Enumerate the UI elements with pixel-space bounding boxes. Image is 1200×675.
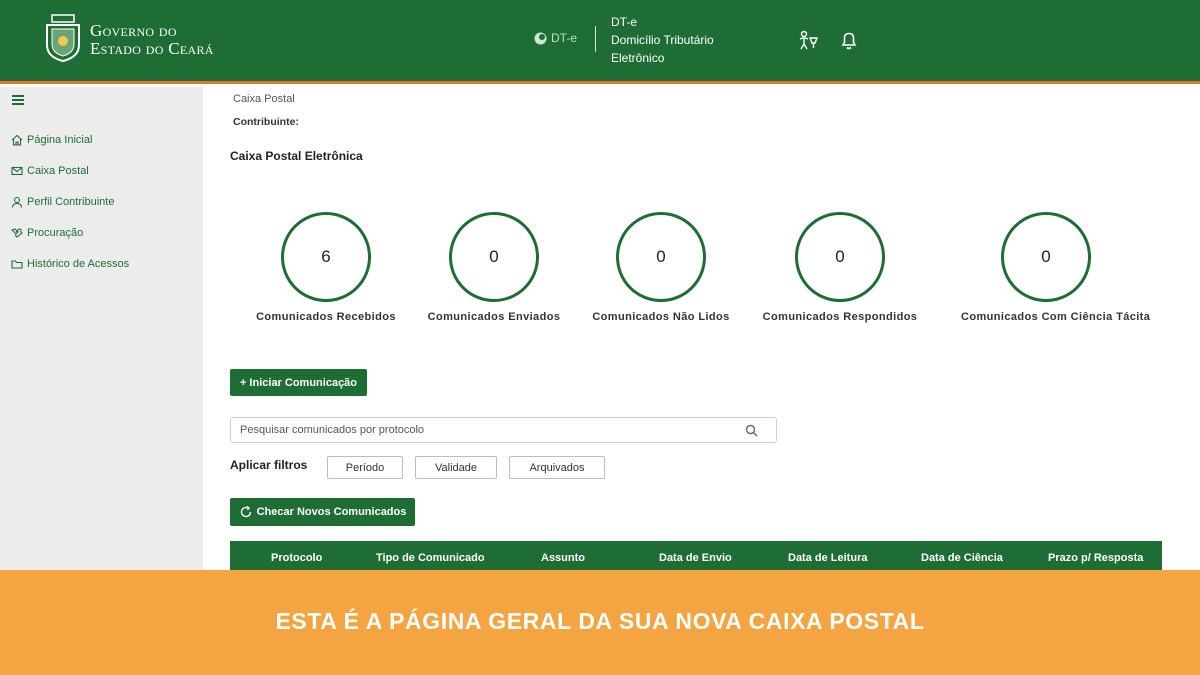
contribuinte-label: Contribuinte:: [233, 116, 299, 128]
stat-circle: 6: [281, 212, 371, 302]
sidebar-item-label: Página Inicial: [27, 134, 93, 146]
caption-banner: ESTA É A PÁGINA GERAL DA SUA NOVA CAIXA …: [0, 570, 1200, 675]
dte-line-3: Eletrônico: [611, 51, 665, 65]
page-title: Caixa Postal Eletrônica: [230, 149, 363, 163]
bell-icon[interactable]: [838, 29, 860, 51]
stat-label: Comunicados Respondidos: [762, 311, 918, 323]
stat-circle: 0: [795, 212, 885, 302]
sidebar-item-caixa-postal[interactable]: Caixa Postal: [11, 165, 89, 177]
stat-comunicados-respondidos[interactable]: 0 Comunicados Respondidos: [755, 212, 925, 323]
filter-validade-button[interactable]: Validade: [415, 456, 497, 479]
banner-caption: ESTA É A PÁGINA GERAL DA SUA NOVA CAIXA …: [275, 608, 925, 634]
column-header-assunto[interactable]: Assunto: [541, 552, 585, 564]
home-icon: [11, 134, 23, 146]
mail-icon: [11, 166, 23, 176]
column-header-tipo[interactable]: Tipo de Comunicado: [376, 552, 485, 564]
sidebar-item-label: Perfil Contribuinte: [27, 196, 115, 208]
stat-circle: 0: [1001, 212, 1091, 302]
column-header-data-leitura[interactable]: Data de Leitura: [788, 552, 867, 564]
column-header-protocolo[interactable]: Protocolo: [271, 552, 322, 564]
sidebar: [0, 87, 203, 570]
stat-comunicados-ciencia-tacita[interactable]: 0 Comunicados Com Ciência Tácita: [961, 212, 1151, 323]
checar-novos-comunicados-button[interactable]: Checar Novos Comunicados: [230, 498, 415, 526]
dte-system-name: DT-e Domicílio Tributário Eletrônico: [611, 13, 714, 67]
gov-title-line1: Governo do: [90, 21, 177, 40]
stat-label: Comunicados Não Lidos: [592, 311, 730, 323]
iniciar-comunicacao-button[interactable]: + Iniciar Comunicação: [230, 369, 367, 396]
stat-label: Comunicados Recebidos: [256, 311, 396, 323]
stat-comunicados-enviados[interactable]: 0 Comunicados Enviados: [409, 212, 579, 323]
column-header-data-envio[interactable]: Data de Envio: [659, 552, 732, 564]
filter-periodo-button[interactable]: Período: [327, 456, 403, 479]
handshake-icon: [11, 228, 23, 238]
table-header: Protocolo Tipo de Comunicado Assunto Dat…: [230, 541, 1162, 570]
search-icon[interactable]: [745, 424, 758, 437]
menu-icon[interactable]: [12, 95, 24, 105]
sidebar-item-label: Procuração: [27, 227, 84, 239]
checar-button-label: Checar Novos Comunicados: [256, 506, 407, 518]
sidebar-item-perfil-contribuinte[interactable]: Perfil Contribuinte: [11, 196, 114, 208]
breadcrumb[interactable]: Caixa Postal: [233, 93, 295, 105]
gov-title-line2: Estado do Ceará: [90, 39, 214, 58]
stat-label: Comunicados Enviados: [427, 311, 561, 323]
sidebar-item-procuracao[interactable]: Procuração: [11, 227, 83, 239]
search-input[interactable]: [240, 418, 730, 442]
accessibility-icon[interactable]: [797, 29, 819, 51]
stat-comunicados-recebidos[interactable]: 6 Comunicados Recebidos: [241, 212, 411, 323]
sidebar-item-historico-de-acessos[interactable]: Histórico de Acessos: [11, 258, 129, 270]
dte-logo-text: DT-e: [551, 31, 578, 45]
top-header: Governo do Estado do Ceará DT-e DT-e Dom…: [0, 0, 1200, 84]
state-coat-of-arms-icon: [46, 14, 80, 63]
dte-line-1: DT-e: [611, 15, 638, 29]
filters-label: Aplicar filtros: [230, 458, 308, 472]
dte-logo-icon: [534, 32, 547, 44]
column-header-prazo-resposta[interactable]: Prazo p/ Resposta: [1048, 552, 1143, 564]
stat-circle: 0: [449, 212, 539, 302]
sidebar-item-label: Caixa Postal: [27, 165, 89, 177]
stat-circle: 0: [616, 212, 706, 302]
government-title: Governo do Estado do Ceará: [90, 22, 214, 58]
stat-label: Comunicados Com Ciência Tácita: [961, 311, 1151, 323]
folder-icon: [11, 260, 23, 269]
sidebar-item-pagina-inicial[interactable]: Página Inicial: [11, 134, 92, 146]
user-icon: [11, 196, 23, 208]
dte-logo: DT-e: [534, 31, 577, 45]
stat-comunicados-nao-lidos[interactable]: 0 Comunicados Não Lidos: [576, 212, 746, 323]
refresh-icon: [240, 505, 251, 518]
sidebar-item-label: Histórico de Acessos: [27, 258, 130, 270]
dte-line-2: Domicílio Tributário: [611, 33, 714, 47]
search-box: [230, 417, 777, 443]
filter-arquivados-button[interactable]: Arquivados: [509, 456, 605, 479]
column-header-data-ciencia[interactable]: Data de Ciência: [921, 552, 1003, 564]
header-divider: [595, 26, 596, 52]
